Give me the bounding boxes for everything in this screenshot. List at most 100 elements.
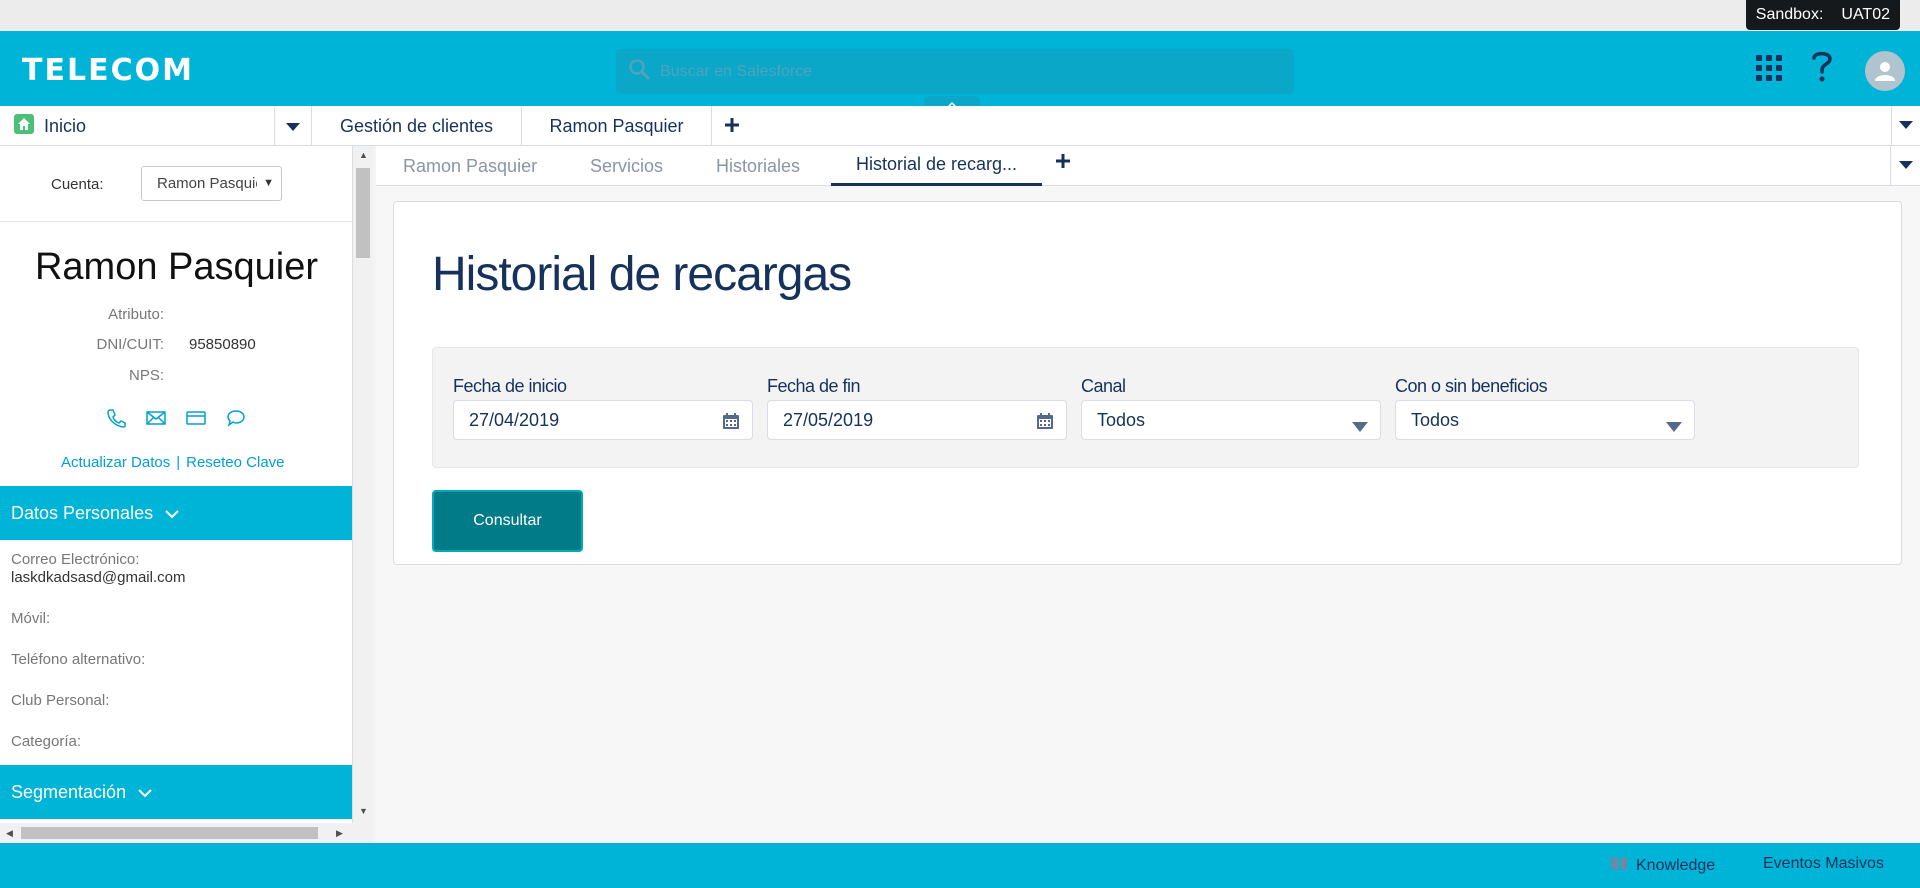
eventos-masivos-button[interactable]: Eventos Masivos bbox=[1763, 855, 1884, 873]
tab-overflow-dropdown[interactable] bbox=[1891, 106, 1920, 146]
subtab-label: Historial de recarg... bbox=[856, 154, 1018, 174]
knowledge-label: Knowledge bbox=[1636, 856, 1716, 874]
phone-icon[interactable] bbox=[106, 408, 126, 433]
eventos-masivos-label: Eventos Masivos bbox=[1763, 855, 1884, 872]
subtab-overflow-dropdown[interactable] bbox=[1890, 146, 1920, 186]
section-datos-personales[interactable]: Datos Personales bbox=[0, 486, 352, 540]
global-search[interactable] bbox=[616, 49, 1294, 94]
subtab-label: Ramon Pasquier bbox=[403, 155, 538, 176]
caret-down-icon bbox=[1352, 416, 1368, 437]
search-icon bbox=[628, 58, 650, 85]
cuenta-select-value: Ramon Pasquier bbox=[157, 175, 257, 192]
global-header: TELECOM bbox=[0, 31, 1920, 108]
subtab-historial-recargas[interactable]: Historial de recarg... bbox=[831, 146, 1043, 186]
filter-fecha-fin: Fecha de fin 27/05/2019 bbox=[767, 376, 1067, 440]
subtab-servicios[interactable]: Servicios bbox=[590, 146, 663, 186]
section-segmentacion[interactable]: Segmentación bbox=[0, 765, 352, 819]
top-strip: Sandbox: UAT02 bbox=[0, 0, 1920, 31]
nav-menu-dropdown[interactable] bbox=[275, 106, 312, 146]
movil-label: Móvil: bbox=[11, 610, 51, 627]
telecom-logo[interactable]: TELECOM bbox=[22, 53, 194, 88]
sidebar-horizontal-scrollbar[interactable]: ◀ ▶ bbox=[0, 823, 353, 843]
scrollbar-corner bbox=[353, 818, 373, 843]
fecha-fin-value: 27/05/2019 bbox=[783, 409, 874, 430]
email-value: laskdkadsasd@gmail.com bbox=[11, 569, 186, 586]
divider bbox=[0, 221, 352, 222]
beneficios-value: Todos bbox=[1411, 409, 1460, 430]
beneficios-select[interactable]: Todos bbox=[1395, 400, 1695, 440]
calendar-icon[interactable] bbox=[722, 412, 740, 435]
book-icon bbox=[1610, 855, 1628, 876]
atributo-label: Atributo: bbox=[108, 306, 164, 323]
header-collapse-tab[interactable] bbox=[924, 96, 980, 108]
knowledge-button[interactable]: Knowledge bbox=[1610, 855, 1715, 876]
home-icon bbox=[14, 113, 34, 139]
search-input[interactable] bbox=[660, 62, 1260, 81]
add-subtab-button[interactable] bbox=[1056, 154, 1070, 173]
tab-home-label: Inicio bbox=[44, 115, 87, 136]
sidebar-vertical-scrollbar[interactable]: ▲ ▼ bbox=[353, 146, 373, 818]
chevron-down-icon bbox=[1898, 157, 1913, 175]
chat-icon[interactable] bbox=[226, 408, 246, 433]
cuenta-select[interactable]: Ramon Pasquier ▼ bbox=[141, 166, 282, 201]
subtab-ramon-pasquier[interactable]: Ramon Pasquier bbox=[403, 146, 537, 186]
sandbox-value: UAT02 bbox=[1841, 6, 1890, 23]
plus-icon bbox=[725, 116, 739, 137]
consultar-button[interactable]: Consultar bbox=[432, 490, 583, 552]
beneficios-label: Con o sin beneficios bbox=[1395, 376, 1548, 396]
tab-gestion-clientes[interactable]: Gestión de clientes bbox=[312, 106, 522, 146]
subtab-historiales[interactable]: Historiales bbox=[716, 146, 800, 186]
telefono-label: Teléfono alternativo: bbox=[11, 651, 146, 668]
scroll-right-arrow-icon[interactable]: ▶ bbox=[336, 828, 343, 839]
nps-label: NPS: bbox=[128, 367, 164, 384]
workspace-tab-bar: Inicio Gestión de clientes Ramon Pasquie… bbox=[0, 106, 1920, 146]
fecha-fin-input[interactable]: 27/05/2019 bbox=[767, 400, 1067, 440]
reseteo-clave-link[interactable]: Reseteo Clave bbox=[186, 454, 284, 471]
tab-home[interactable]: Inicio bbox=[0, 106, 275, 146]
scroll-down-arrow-icon[interactable]: ▼ bbox=[359, 806, 368, 816]
sandbox-label: Sandbox: bbox=[1755, 6, 1824, 23]
chevron-down-icon bbox=[165, 503, 179, 524]
filter-fecha-inicio: Fecha de inicio 27/04/2019 bbox=[453, 376, 753, 440]
scrollbar-thumb[interactable] bbox=[21, 827, 318, 839]
contact-actions bbox=[106, 408, 246, 433]
canal-select[interactable]: Todos bbox=[1081, 400, 1381, 440]
credit-card-icon[interactable] bbox=[186, 408, 206, 433]
dni-value: 95850890 bbox=[189, 336, 256, 353]
tab-ramon-label: Ramon Pasquier bbox=[549, 115, 684, 136]
email-icon[interactable] bbox=[146, 408, 166, 433]
fecha-inicio-label: Fecha de inicio bbox=[453, 376, 567, 396]
account-sidebar: Cuenta: Ramon Pasquier ▼ Ramon Pasquier … bbox=[0, 146, 353, 843]
fecha-inicio-input[interactable]: 27/04/2019 bbox=[453, 400, 753, 440]
tab-ramon-pasquier[interactable]: Ramon Pasquier bbox=[522, 106, 712, 146]
cuenta-row: Cuenta: Ramon Pasquier ▼ bbox=[0, 166, 352, 202]
account-links: Actualizar Datos | Reseteo Clave bbox=[61, 454, 285, 471]
chevron-down-icon bbox=[286, 116, 300, 137]
subtab-label: Servicios bbox=[590, 155, 664, 176]
categoria-label: Categoría: bbox=[11, 733, 82, 750]
tab-gestion-label: Gestión de clientes bbox=[339, 115, 494, 136]
customer-name: Ramon Pasquier bbox=[34, 246, 319, 288]
section-datos-personales-label: Datos Personales bbox=[11, 502, 154, 523]
actualizar-datos-link[interactable]: Actualizar Datos bbox=[61, 454, 170, 471]
canal-value: Todos bbox=[1097, 409, 1146, 430]
caret-down-icon bbox=[1666, 416, 1682, 437]
chevron-down-icon bbox=[138, 782, 152, 803]
fecha-fin-label: Fecha de fin bbox=[767, 376, 861, 396]
help-icon[interactable] bbox=[1810, 49, 1834, 88]
plus-icon bbox=[1056, 154, 1070, 172]
scroll-left-arrow-icon[interactable]: ◀ bbox=[6, 828, 13, 839]
user-avatar[interactable] bbox=[1865, 51, 1905, 91]
filter-canal: Canal Todos bbox=[1081, 376, 1381, 440]
subtab-label: Historiales bbox=[716, 155, 801, 176]
page-title: Historial de recargas bbox=[432, 248, 852, 301]
chevron-down-icon bbox=[1899, 117, 1913, 135]
app-launcher-icon[interactable] bbox=[1756, 55, 1782, 86]
sandbox-badge: Sandbox: UAT02 bbox=[1745, 0, 1900, 30]
add-tab-button[interactable] bbox=[712, 106, 752, 146]
link-separator: | bbox=[176, 454, 181, 471]
scroll-up-arrow-icon[interactable]: ▲ bbox=[359, 150, 368, 160]
subtab-bar: Ramon Pasquier Servicios Historiales His… bbox=[376, 146, 1920, 186]
scrollbar-thumb[interactable] bbox=[356, 168, 370, 258]
calendar-icon[interactable] bbox=[1036, 412, 1054, 435]
